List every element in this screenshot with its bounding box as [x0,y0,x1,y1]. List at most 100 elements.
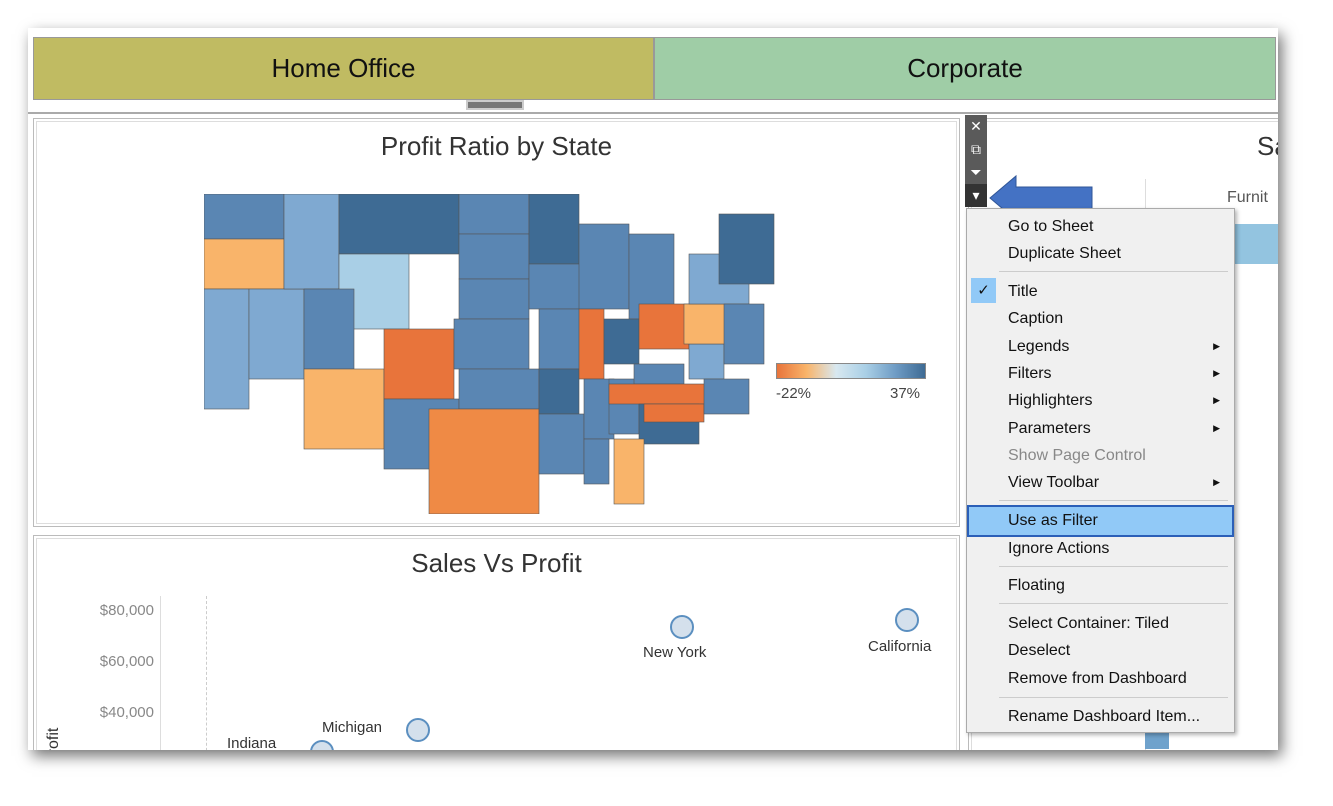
menu-rename-dashboard-item[interactable]: Rename Dashboard Item... [967,703,1234,730]
menu-deselect[interactable]: Deselect [967,637,1234,664]
segment-label: Corporate [907,53,1023,83]
menu-label: View Toolbar [1008,474,1100,491]
menu-filters[interactable]: Filters ▶ [967,360,1234,387]
point-new-york[interactable] [670,615,694,639]
menu-duplicate-sheet[interactable]: Duplicate Sheet [967,240,1234,267]
state-shape[interactable] [453,318,530,370]
segment-home-office[interactable]: Home Office [33,37,654,100]
menu-remove-from-dashboard[interactable]: Remove from Dashboard [967,665,1234,692]
popout-icon[interactable]: ⧉ [965,138,987,161]
menu-go-to-sheet[interactable]: Go to Sheet [967,213,1234,240]
state-shape[interactable] [538,368,580,415]
right-title: Sa [1257,131,1278,161]
y-tick: $80,000 [99,602,154,619]
state-shape[interactable] [303,288,355,370]
state-shape[interactable] [688,343,725,380]
menu-view-toolbar[interactable]: View Toolbar ▶ [967,469,1234,496]
menu-label: Legends [1008,338,1070,355]
state-shape[interactable] [528,194,580,265]
menu-label: Highlighters [1008,392,1093,409]
scatter-title: Sales Vs Profit [411,548,582,578]
drag-handle[interactable] [466,100,524,110]
segment-label: Home Office [271,53,416,83]
item-toolbar: ✕ ⧉ ⏷ ▾ [965,115,987,207]
dropdown-icon[interactable]: ▾ [965,184,987,207]
state-shape[interactable] [583,438,610,485]
state-shape[interactable] [613,438,645,505]
menu-caption[interactable]: Caption [967,305,1234,332]
state-shape[interactable] [248,288,305,380]
state-shape[interactable] [703,378,750,415]
column-header: Furnit [1227,189,1268,206]
state-shape[interactable] [204,238,285,290]
menu-separator [999,603,1228,604]
state-shape[interactable] [643,403,705,423]
y-axis-line [160,596,161,750]
state-shape[interactable] [458,194,530,235]
y-tick: $40,000 [99,704,154,721]
state-shape[interactable] [283,194,340,290]
submenu-arrow-icon: ▶ [1213,395,1220,405]
submenu-arrow-icon: ▶ [1213,341,1220,351]
point-label: Michigan [322,719,383,736]
menu-highlighters[interactable]: Highlighters ▶ [967,387,1234,414]
dashboard: Home Office Corporate Profit Ratio by St… [28,28,1278,750]
color-legend-bar [776,363,926,379]
menu-label: Parameters [1008,420,1091,437]
filter-icon[interactable]: ⏷ [965,161,987,184]
state-shape[interactable] [578,308,605,380]
point-label: New York [643,644,707,661]
submenu-arrow-icon: ▶ [1213,423,1220,433]
state-shape[interactable] [303,368,385,450]
menu-ignore-actions[interactable]: Ignore Actions [967,535,1234,562]
state-shape[interactable] [338,194,460,255]
y-tick: $60,000 [99,653,154,670]
state-shape[interactable] [608,383,720,405]
state-shape[interactable] [204,288,250,410]
state-shape[interactable] [723,303,765,365]
state-shape[interactable] [458,278,530,320]
menu-select-container[interactable]: Select Container: Tiled [967,610,1234,637]
menu-legends[interactable]: Legends ▶ [967,333,1234,360]
menu-show-page-control: Show Page Control [1008,447,1146,464]
menu-title[interactable]: Title [967,278,1234,305]
state-shape[interactable] [633,363,685,385]
y-axis-label: Profit [45,727,62,750]
menu-separator [999,500,1228,501]
state-shape[interactable] [528,263,585,310]
map-title: Profit Ratio by State [380,131,613,161]
legend-max: 37% [890,385,921,402]
point-indiana[interactable] [310,740,334,750]
state-shape[interactable] [428,408,540,514]
state-shape[interactable] [538,413,585,475]
state-shape[interactable] [638,303,690,350]
submenu-arrow-icon: ▶ [1213,477,1220,487]
state-shape[interactable] [538,308,585,370]
point-label: California [868,638,932,655]
menu-separator [999,271,1228,272]
menu-use-as-filter[interactable]: Use as Filter [967,505,1234,537]
state-shape[interactable] [603,318,640,365]
state-shape[interactable] [204,194,285,240]
submenu-arrow-icon: ▶ [1213,368,1220,378]
point-california[interactable] [895,608,919,632]
zero-line [206,596,207,750]
state-shape[interactable] [458,368,540,410]
state-shape[interactable] [578,223,630,310]
menu-parameters[interactable]: Parameters ▶ [967,415,1234,442]
context-menu: Go to Sheet Duplicate Sheet ✓ Title Capt… [966,208,1235,733]
map-panel[interactable]: Profit Ratio by State -22% 37% [33,118,960,527]
state-shape[interactable] [458,233,530,280]
state-shape[interactable] [383,328,455,400]
state-shape[interactable] [718,213,775,285]
us-map[interactable] [204,194,804,514]
menu-separator [999,566,1228,567]
segment-corporate[interactable]: Corporate [654,37,1276,100]
menu-label: Filters [1008,365,1052,382]
scatter-panel[interactable]: Sales Vs Profit $80,000 $60,000 $40,000 … [33,535,960,750]
point-label: Indiana [227,735,277,750]
divider [28,112,1278,114]
menu-floating[interactable]: Floating [967,572,1234,599]
point-michigan[interactable] [406,718,430,742]
close-icon[interactable]: ✕ [965,115,987,138]
